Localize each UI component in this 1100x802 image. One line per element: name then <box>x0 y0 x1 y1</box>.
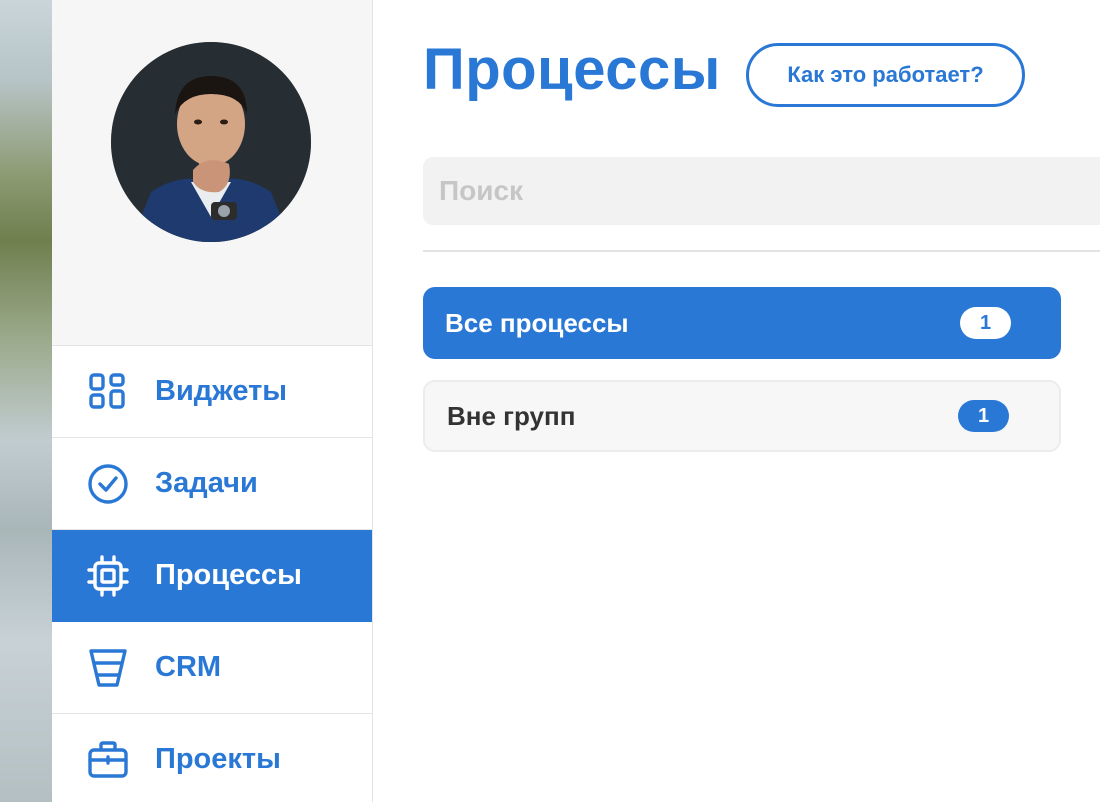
count-badge: 1 <box>958 400 1009 432</box>
divider <box>423 250 1100 252</box>
check-circle-icon <box>86 462 130 506</box>
sidebar-item-projects[interactable]: Проекты <box>52 714 372 802</box>
group-ungrouped[interactable]: Вне групп 1 <box>423 380 1061 452</box>
sidebar-item-label: CRM <box>155 651 222 683</box>
sidebar-item-label: Задачи <box>155 467 258 499</box>
chip-icon <box>86 554 130 598</box>
profile-panel <box>52 0 372 346</box>
count-badge: 1 <box>960 307 1011 339</box>
group-label: Вне групп <box>447 400 576 431</box>
sidebar-item-label: Процессы <box>155 559 302 591</box>
sidebar-item-label: Виджеты <box>155 375 288 407</box>
page-title: Процессы <box>423 37 721 102</box>
sidebar-nav: Виджеты Задачи Процессы CRM Проекты <box>52 346 372 802</box>
funnel-icon <box>86 646 130 690</box>
avatar-photo <box>111 42 311 242</box>
sidebar-item-crm[interactable]: CRM <box>52 622 372 714</box>
search-input[interactable] <box>423 157 1100 225</box>
group-label: Все процессы <box>445 307 629 338</box>
sidebar-item-processes[interactable]: Процессы <box>52 530 372 622</box>
background-image-strip <box>0 0 52 802</box>
avatar[interactable] <box>111 42 311 242</box>
briefcase-icon <box>86 738 130 782</box>
group-all-processes[interactable]: Все процессы 1 <box>423 287 1061 359</box>
sidebar: Виджеты Задачи Процессы CRM Проекты <box>52 0 373 802</box>
main-content: Процессы Как это работает? Все процессы … <box>423 0 1100 802</box>
sidebar-item-widgets[interactable]: Виджеты <box>52 346 372 438</box>
widgets-icon <box>86 370 130 414</box>
sidebar-item-label: Проекты <box>155 743 281 775</box>
sidebar-item-tasks[interactable]: Задачи <box>52 438 372 530</box>
how-it-works-button[interactable]: Как это работает? <box>746 43 1025 107</box>
